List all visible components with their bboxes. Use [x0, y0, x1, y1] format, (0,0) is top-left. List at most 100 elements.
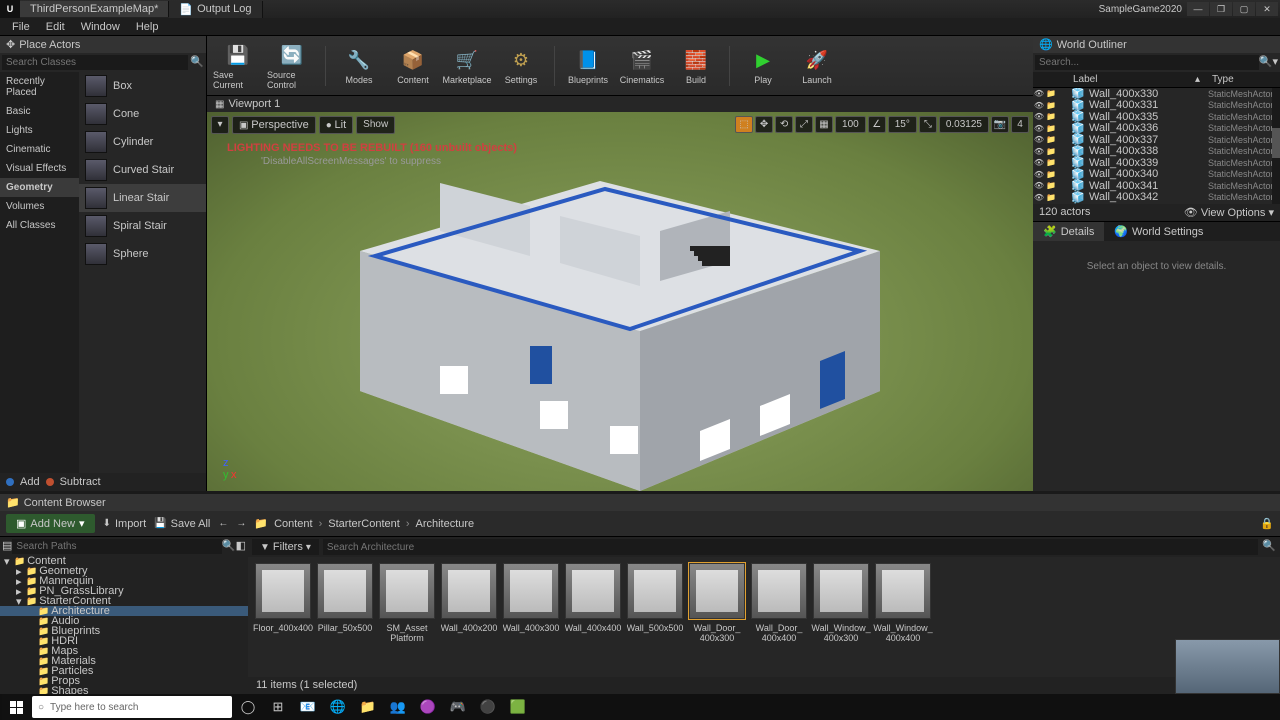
toolbar-build-button[interactable]: 🧱Build [671, 39, 721, 93]
toolbar-blueprints-button[interactable]: 📘Blueprints [563, 39, 613, 93]
toolbar-modes-button[interactable]: 🔧Modes [334, 39, 384, 93]
grid-snap-value[interactable]: 100 [835, 116, 866, 133]
tree-particles[interactable]: 📁 Particles [0, 666, 248, 676]
visibility-icon[interactable]: 👁 [1033, 124, 1045, 133]
translate-icon[interactable]: ✥ [755, 116, 773, 133]
place-item-sphere[interactable]: Sphere [79, 240, 206, 268]
asset-floor-400x400[interactable]: Floor_400x400 [254, 563, 312, 671]
toggle-sources-icon[interactable]: ▤ [2, 539, 12, 554]
tab-map[interactable]: ThirdPersonExampleMap* [20, 1, 169, 17]
rotate-icon[interactable]: ⟲ [775, 116, 793, 133]
unreal-icon[interactable]: 🎮 [444, 694, 472, 720]
tree-pn_grasslibrary[interactable]: ▸📁 PN_GrassLibrary [0, 586, 248, 596]
visibility-icon[interactable]: 👁 [1033, 158, 1045, 167]
visibility-icon[interactable]: 👁 [1033, 147, 1045, 156]
asset-wall-window--400x400[interactable]: Wall_Window_ 400x400 [874, 563, 932, 671]
crumb-starter[interactable]: StarterContent [328, 518, 400, 530]
toolbar-content-button[interactable]: 📦Content [388, 39, 438, 93]
tree-blueprints[interactable]: 📁 Blueprints [0, 626, 248, 636]
subtract-mode-icon[interactable] [46, 478, 54, 486]
visibility-icon[interactable]: 👁 [1033, 101, 1045, 110]
tree-maps[interactable]: 📁 Maps [0, 646, 248, 656]
search-icon[interactable]: 🔍 [190, 55, 204, 70]
menu-edit[interactable]: Edit [38, 19, 73, 35]
outliner-scrollbar[interactable] [1272, 128, 1280, 158]
scale-snap-icon[interactable]: ⤡ [919, 116, 937, 133]
save-all-button[interactable]: 💾 Save All [154, 518, 210, 530]
asset-wall-window--400x300[interactable]: Wall_Window_ 400x300 [812, 563, 870, 671]
place-item-spiral-stair[interactable]: Spiral Stair [79, 212, 206, 240]
tree-startercontent[interactable]: ▾📁 StarterContent [0, 596, 248, 606]
toolbar-play-button[interactable]: ▶Play [738, 39, 788, 93]
search-icon[interactable]: 🔍 [222, 539, 236, 554]
tree-shapes[interactable]: 📁 Shapes [0, 686, 248, 694]
add-new-button[interactable]: ▣ Add New ▾ [6, 514, 95, 533]
menu-file[interactable]: File [4, 19, 38, 35]
visibility-icon[interactable]: 👁 [1033, 181, 1045, 190]
assets-search-input[interactable] [323, 539, 1258, 555]
lit-button[interactable]: ● Lit [319, 116, 353, 134]
view-options-button[interactable]: 👁 View Options ▾ [1184, 206, 1274, 219]
filter-icon[interactable]: ▾ [1272, 55, 1278, 70]
place-cat-basic[interactable]: Basic [0, 102, 79, 121]
asset-wall-door--400x300[interactable]: Wall_Door_ 400x300 [688, 563, 746, 671]
crumb-content[interactable]: Content [274, 518, 313, 530]
tab-world-settings[interactable]: 🌍World Settings [1104, 222, 1213, 241]
tree-content[interactable]: ▾📁 Content [0, 556, 248, 566]
teams-icon[interactable]: 👥 [384, 694, 412, 720]
visibility-icon[interactable]: 👁 [1033, 89, 1045, 98]
tree-hdri[interactable]: 📁 HDRI [0, 636, 248, 646]
maximize-button[interactable]: ▢ [1233, 2, 1255, 16]
outlook-icon[interactable]: 📧 [294, 694, 322, 720]
place-item-cylinder[interactable]: Cylinder [79, 128, 206, 156]
place-cat-lights[interactable]: Lights [0, 121, 79, 140]
select-mode-icon[interactable]: ⬚ [735, 116, 753, 133]
explorer-icon[interactable]: 📁 [354, 694, 382, 720]
place-cat-all-classes[interactable]: All Classes [0, 216, 79, 235]
tree-mannequin[interactable]: ▸📁 Mannequin [0, 576, 248, 586]
viewport[interactable]: ▾ ▣ Perspective ● Lit Show ⬚ ✥ ⟲ ⤢ ▦ 100… [207, 112, 1033, 491]
toolbar-save-current-button[interactable]: 💾Save Current [213, 39, 263, 93]
tab-details[interactable]: 🧩Details [1033, 222, 1104, 241]
chrome-icon[interactable]: 🌐 [324, 694, 352, 720]
viewport-tab[interactable]: ▦ Viewport 1 [207, 96, 1033, 112]
viewport-options-button[interactable]: ▾ [211, 116, 229, 134]
visibility-icon[interactable]: 👁 [1033, 112, 1045, 121]
paths-search-input[interactable] [12, 539, 221, 554]
menu-window[interactable]: Window [73, 19, 128, 35]
outliner-search-input[interactable] [1035, 55, 1259, 70]
cortana-icon[interactable]: ◯ [234, 694, 262, 720]
asset-wall-400x300[interactable]: Wall_400x300 [502, 563, 560, 671]
tree-audio[interactable]: 📁 Audio [0, 616, 248, 626]
app-icon[interactable]: 🟣 [414, 694, 442, 720]
nav-back-button[interactable]: ← [218, 518, 228, 529]
scale-icon[interactable]: ⤢ [795, 116, 813, 133]
asset-wall-400x400[interactable]: Wall_400x400 [564, 563, 622, 671]
tree-materials[interactable]: 📁 Materials [0, 656, 248, 666]
taskbar-search[interactable]: ○Type here to search [32, 696, 232, 718]
outliner-row[interactable]: 👁📁🧊Wall_400x342StaticMeshActor [1033, 192, 1280, 204]
snap-grid-icon[interactable]: ▦ [815, 116, 833, 133]
search-icon[interactable]: 🔍 [1262, 539, 1276, 555]
place-item-cone[interactable]: Cone [79, 100, 206, 128]
place-item-linear-stair[interactable]: Linear Stair [79, 184, 206, 212]
asset-wall-400x200[interactable]: Wall_400x200 [440, 563, 498, 671]
minimize-button[interactable]: — [1187, 2, 1209, 16]
asset-wall-500x500[interactable]: Wall_500x500 [626, 563, 684, 671]
place-cat-recently-placed[interactable]: Recently Placed [0, 72, 79, 102]
show-button[interactable]: Show [356, 116, 395, 134]
lock-icon[interactable]: 🔒 [1260, 517, 1274, 530]
start-button[interactable] [2, 694, 30, 720]
add-label[interactable]: Add [20, 476, 40, 488]
visibility-icon[interactable]: 👁 [1033, 135, 1045, 144]
toolbar-marketplace-button[interactable]: 🛒Marketplace [442, 39, 492, 93]
asset-pillar-50x500[interactable]: Pillar_50x500 [316, 563, 374, 671]
filters-button[interactable]: ▼ Filters ▾ [252, 539, 319, 555]
perspective-button[interactable]: ▣ Perspective [232, 116, 316, 134]
menu-help[interactable]: Help [128, 19, 167, 35]
place-item-curved-stair[interactable]: Curved Stair [79, 156, 206, 184]
visibility-icon[interactable]: 👁 [1033, 193, 1045, 202]
collapse-icon[interactable]: ◧ [236, 539, 246, 554]
visibility-icon[interactable]: 👁 [1033, 170, 1045, 179]
tree-geometry[interactable]: ▸📁 Geometry [0, 566, 248, 576]
